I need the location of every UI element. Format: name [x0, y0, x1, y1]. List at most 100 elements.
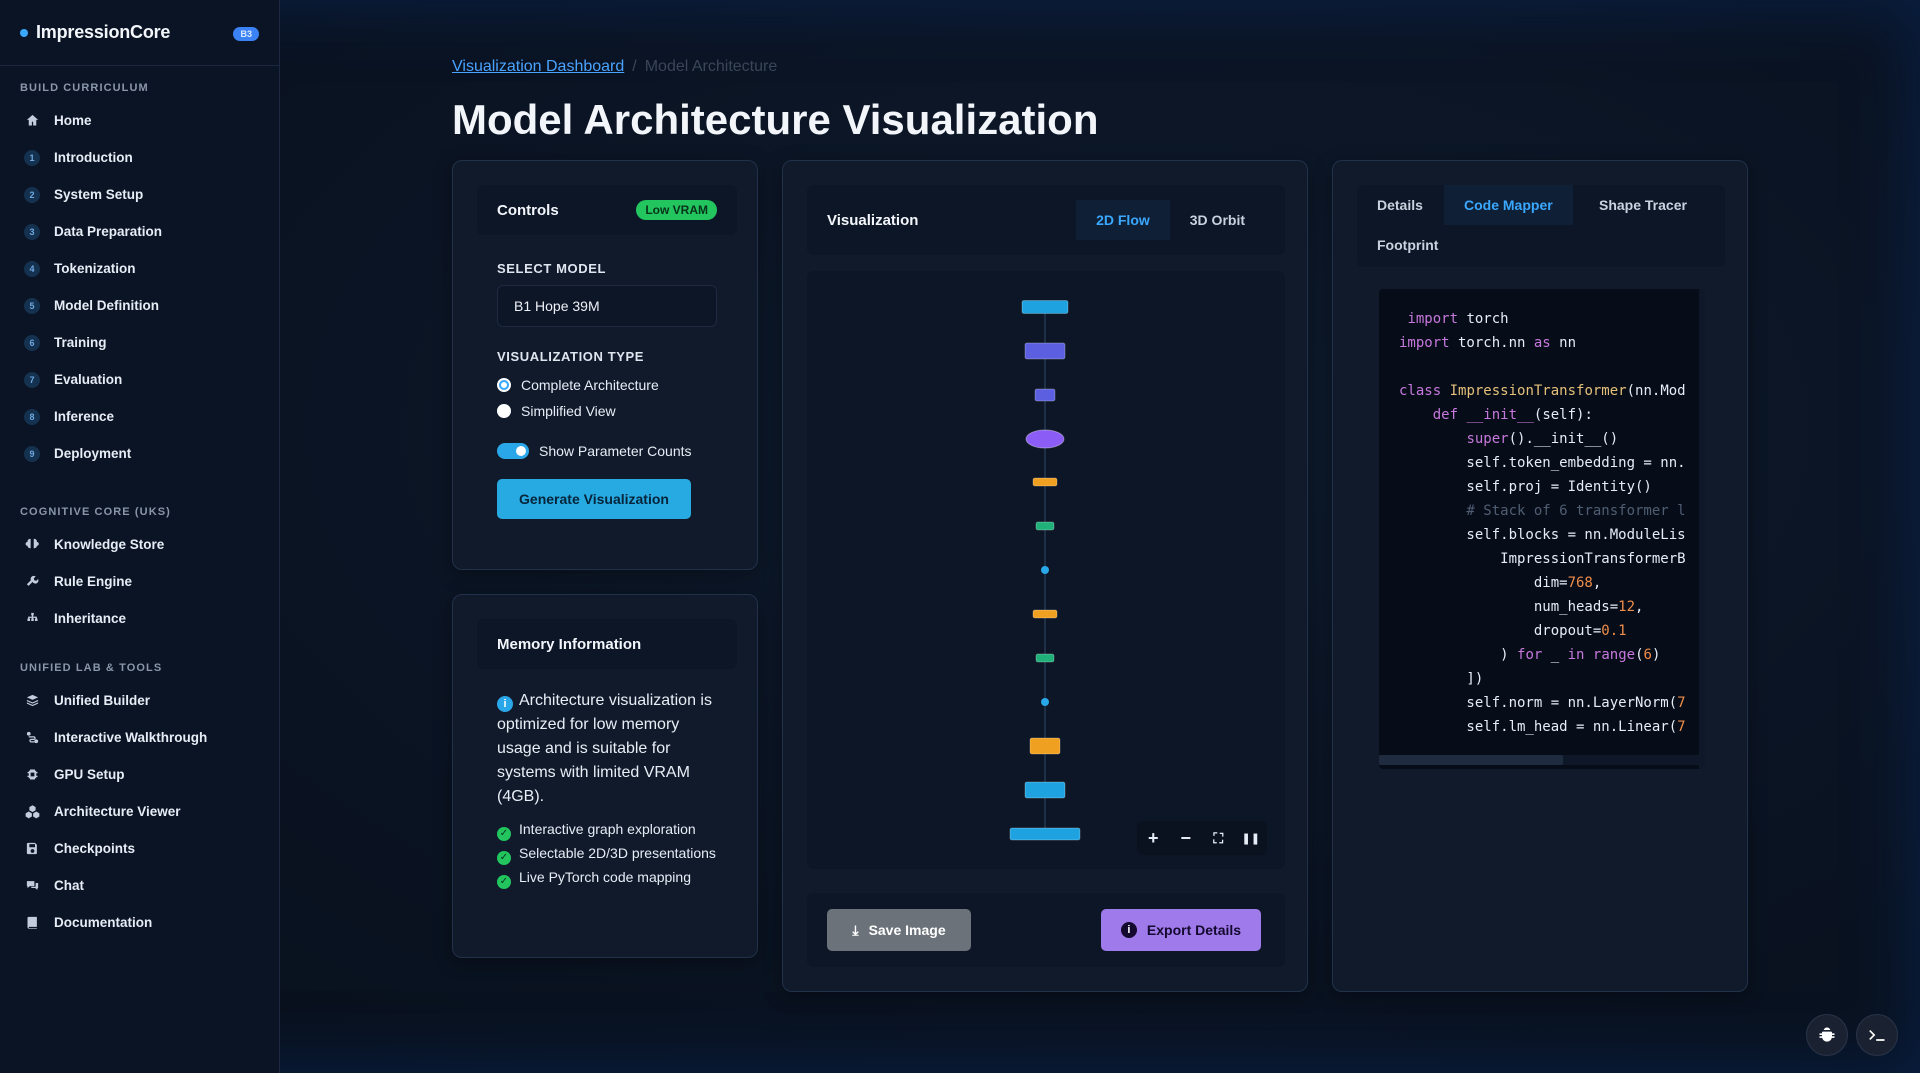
sidebar-item-system-setup[interactable]: 2 System Setup: [0, 176, 280, 213]
code-horizontal-scrollbar[interactable]: [1379, 755, 1699, 765]
sidebar-section: UNIFIED LAB & TOOLS Unified Builder Intera…: [0, 660, 280, 941]
step-number-badge: 4: [24, 260, 40, 277]
step-number-badge: 5: [24, 297, 40, 314]
pause-icon[interactable]: ❚❚: [1241, 832, 1261, 845]
zoom-in-icon[interactable]: +: [1143, 828, 1163, 849]
cubes-icon: [24, 804, 40, 820]
sidebar-item-inference[interactable]: 8 Inference: [0, 398, 280, 435]
sidebar-item-training[interactable]: 6 Training: [0, 324, 280, 361]
toggle-label: Show Parameter Counts: [539, 443, 692, 459]
output-node: [1009, 827, 1081, 841]
sidebar-item-model-definition[interactable]: 5 Model Definition: [0, 287, 280, 324]
code-line: import torch.nn as nn: [1399, 335, 1577, 351]
tab-3d-orbit[interactable]: 3D Orbit: [1170, 200, 1265, 240]
visualization-card: Visualization 2D Flow 3D Orbit + − ⛶ ❚❚ …: [782, 160, 1308, 992]
sidebar-item-architecture-viewer[interactable]: Architecture Viewer: [0, 793, 280, 830]
radio-checked-icon[interactable]: [497, 378, 511, 392]
code-line: # Stack of 6 transformer l: [1399, 503, 1686, 519]
code-line: ) for _ in range(6): [1399, 647, 1661, 663]
step-number-badge: 9: [24, 445, 40, 462]
parameter-counts-toggle-row[interactable]: Show Parameter Counts: [497, 443, 692, 459]
architecture-flow-graph[interactable]: [807, 271, 1285, 869]
export-details-button[interactable]: i Export Details: [1101, 909, 1261, 951]
tab-shape-tracer[interactable]: Shape Tracer: [1579, 185, 1707, 225]
low-vram-badge: Low VRAM: [636, 200, 717, 220]
sidebar-item-checkpoints[interactable]: Checkpoints: [0, 830, 280, 867]
save-image-button[interactable]: ⤓ Save Image: [827, 909, 971, 951]
code-line: super().__init__(): [1466, 431, 1619, 447]
radio-label: Simplified View: [521, 403, 616, 419]
tab-footprint[interactable]: Footprint: [1357, 225, 1458, 265]
visualization-canvas[interactable]: + − ⛶ ❚❚: [807, 271, 1285, 869]
parameter-counts-toggle[interactable]: [497, 443, 529, 459]
brain-icon: [24, 537, 40, 553]
viz-type-label: VISUALIZATION TYPE: [497, 349, 645, 364]
sidebar-item-home[interactable]: Home: [0, 102, 280, 139]
export-details-label: Export Details: [1146, 922, 1242, 938]
visualization-header: Visualization 2D Flow 3D Orbit: [807, 185, 1285, 255]
generate-visualization-button[interactable]: Generate Visualization: [497, 479, 691, 519]
sidebar-item-interactive-walkthrough[interactable]: Interactive Walkthrough: [0, 719, 280, 756]
step-number-badge: 3: [24, 223, 40, 240]
sidebar-item-label: Deployment: [54, 446, 132, 461]
controls-title: Controls: [497, 201, 559, 219]
tab-2d-flow[interactable]: 2D Flow: [1076, 200, 1170, 240]
sidebar-item-label: Data Preparation: [54, 224, 163, 239]
junction-node: [1041, 698, 1049, 706]
brand[interactable]: ImpressionCore B3: [0, 0, 279, 66]
code-viewer[interactable]: import torch import torch.nn as nn class…: [1379, 289, 1705, 769]
sidebar-item-deployment[interactable]: 9 Deployment: [0, 435, 280, 472]
sidebar-item-knowledge-store[interactable]: Knowledge Store: [0, 526, 280, 563]
controls-header: Controls Low VRAM: [477, 185, 737, 235]
brand-dot-icon: [20, 28, 28, 37]
sidebar-item-documentation[interactable]: Documentation: [0, 904, 280, 941]
sidebar-item-label: Introduction: [54, 150, 133, 165]
book-icon: [24, 915, 40, 931]
radio-simplified-view[interactable]: Simplified View: [497, 403, 616, 419]
code-line: self.token_embedding = nn.: [1399, 455, 1686, 471]
fullscreen-icon[interactable]: ⛶: [1208, 830, 1228, 847]
sidebar-item-label: Knowledge Store: [54, 537, 165, 552]
tab-details[interactable]: Details: [1357, 185, 1443, 225]
visualization-tabs: 2D Flow 3D Orbit: [1076, 200, 1265, 240]
sidebar-item-label: Interactive Walkthrough: [54, 730, 208, 745]
code-line: ]): [1399, 671, 1484, 687]
step-number-badge: 8: [24, 408, 40, 425]
sidebar-item-gpu-setup[interactable]: GPU Setup: [0, 756, 280, 793]
model-select[interactable]: B1 Hope 39M: [497, 285, 717, 327]
sidebar-item-tokenization[interactable]: 4 Tokenization: [0, 250, 280, 287]
breadcrumb: Visualization Dashboard / Model Architec…: [452, 58, 777, 76]
attention-node: [1034, 388, 1056, 402]
norm-node: [1025, 429, 1065, 449]
scrollbar-thumb[interactable]: [1379, 755, 1563, 765]
zoom-out-icon[interactable]: −: [1176, 828, 1196, 849]
sidebar-item-data-preparation[interactable]: 3 Data Preparation: [0, 213, 280, 250]
brand-badge: B3: [233, 27, 259, 41]
sidebar-item-unified-builder[interactable]: Unified Builder: [0, 682, 280, 719]
breadcrumb-parent-link[interactable]: Visualization Dashboard: [452, 58, 624, 76]
memory-description: i Architecture visualization is optimized…: [497, 689, 727, 809]
terminal-button[interactable]: [1856, 1014, 1898, 1056]
memory-title: Memory Information: [497, 635, 642, 653]
bug-icon: [1819, 1027, 1835, 1042]
code-line: self.blocks = nn.ModuleLis: [1399, 527, 1686, 543]
debug-button[interactable]: [1806, 1014, 1848, 1056]
sidebar-item-inheritance[interactable]: Inheritance: [0, 600, 280, 637]
list-item: ✓ Interactive graph exploration: [497, 819, 727, 841]
radio-complete-architecture[interactable]: Complete Architecture: [497, 377, 659, 393]
sidebar-item-label: Home: [54, 113, 92, 128]
sidebar-item-chat[interactable]: Chat: [0, 867, 280, 904]
memory-text: Architecture visualization is optimized …: [497, 692, 712, 805]
code-line: dropout=0.1: [1399, 623, 1627, 639]
step-number-badge: 2: [24, 186, 40, 203]
radio-unchecked-icon[interactable]: [497, 404, 511, 418]
step-number-badge: 6: [24, 334, 40, 351]
code-line: num_heads=12,: [1399, 599, 1644, 615]
sidebar-item-introduction[interactable]: 1 Introduction: [0, 139, 280, 176]
sidebar-section-title: UNIFIED LAB & TOOLS: [20, 662, 163, 674]
save-icon: [24, 841, 40, 857]
sidebar-item-evaluation[interactable]: 7 Evaluation: [0, 361, 280, 398]
tab-code-mapper[interactable]: Code Mapper: [1444, 185, 1573, 225]
sidebar-item-rule-engine[interactable]: Rule Engine: [0, 563, 280, 600]
step-number-badge: 1: [24, 149, 40, 166]
